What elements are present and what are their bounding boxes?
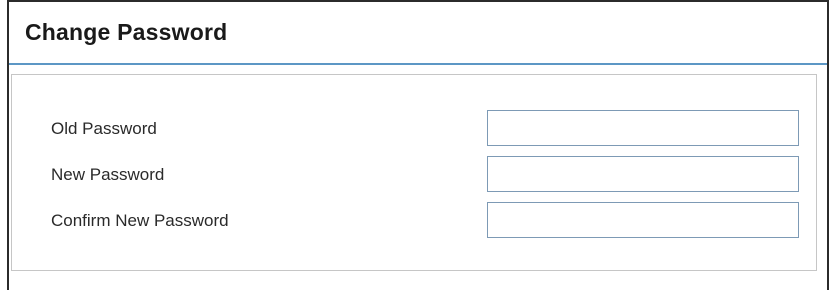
- change-password-window: Change Password Old Password New Passwor…: [7, 0, 829, 290]
- confirm-new-password-row: Confirm New Password: [12, 202, 816, 238]
- confirm-new-password-label: Confirm New Password: [51, 211, 229, 230]
- change-password-form: Old Password New Password Confirm New Pa…: [11, 74, 817, 271]
- new-password-row: New Password: [12, 156, 816, 192]
- page-title: Change Password: [25, 19, 228, 45]
- new-password-field[interactable]: [487, 156, 799, 192]
- title-bar: Change Password: [9, 2, 827, 65]
- old-password-row: Old Password: [12, 110, 816, 146]
- confirm-new-password-field[interactable]: [487, 202, 799, 238]
- old-password-label: Old Password: [51, 119, 157, 138]
- new-password-label: New Password: [51, 165, 165, 184]
- old-password-field[interactable]: [487, 110, 799, 146]
